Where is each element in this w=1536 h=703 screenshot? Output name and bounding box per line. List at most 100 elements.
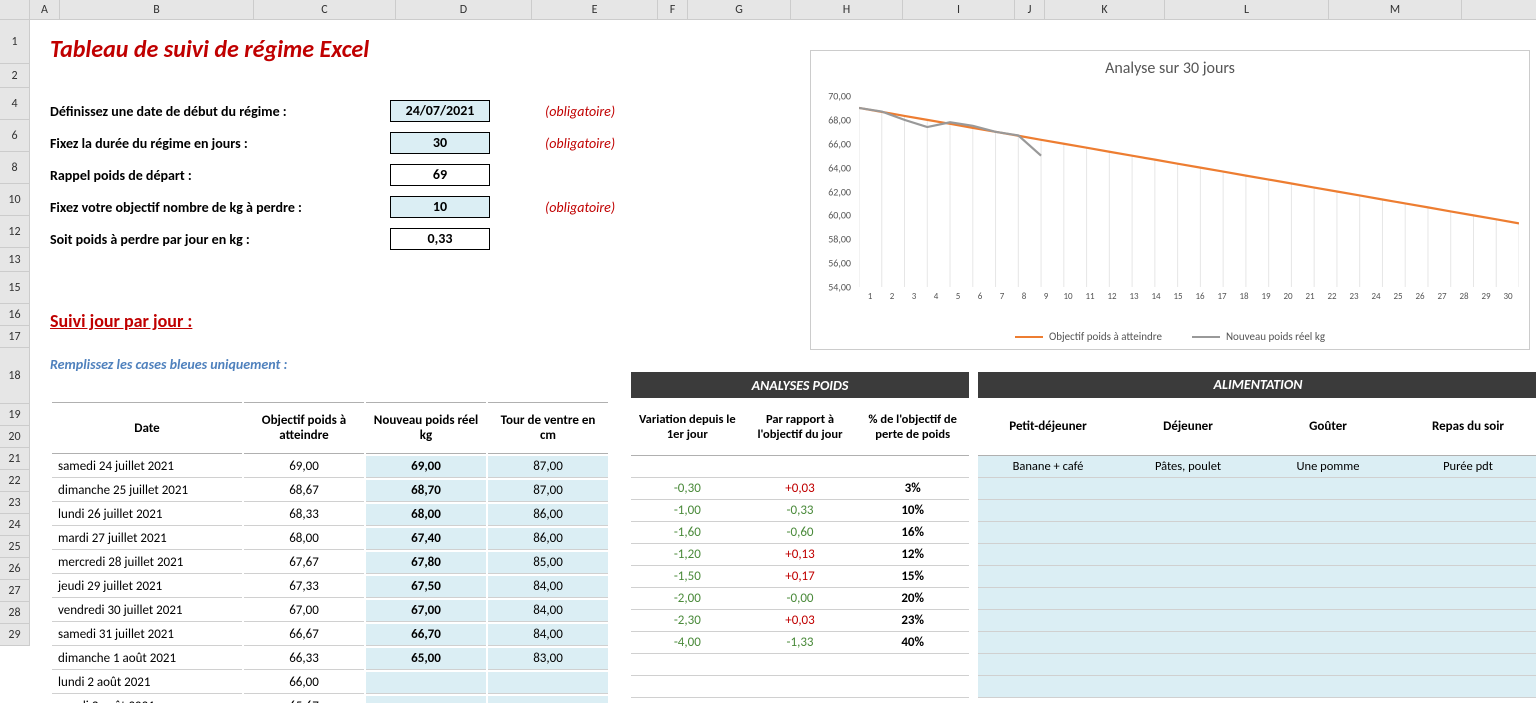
cell-obj[interactable]: 69,00: [244, 456, 364, 478]
ali-dj[interactable]: [1118, 676, 1258, 697]
cell-obj[interactable]: 66,00: [244, 672, 364, 694]
ali-go[interactable]: Une pomme: [1258, 456, 1398, 477]
cell-obj[interactable]: 66,67: [244, 624, 364, 646]
cell-tour[interactable]: 86,00: [488, 528, 608, 550]
ali-dj[interactable]: [1118, 654, 1258, 675]
cell-tour[interactable]: 84,00: [488, 576, 608, 598]
cell-date[interactable]: lundi 26 juillet 2021: [52, 504, 242, 526]
cell-new[interactable]: 67,50: [366, 576, 486, 598]
table-row[interactable]: dimanche 25 juillet 202168,6768,7087,00: [52, 480, 608, 502]
cell-new[interactable]: 67,80: [366, 552, 486, 574]
table-row[interactable]: vendredi 30 juillet 202167,0067,0084,00: [52, 600, 608, 622]
cell-obj[interactable]: 67,33: [244, 576, 364, 598]
spreadsheet[interactable]: ABCDEFGHIJKLMN 1246810121315161718192021…: [0, 0, 1536, 703]
param-start-input[interactable]: 24/07/2021: [390, 100, 490, 122]
ali-rs[interactable]: [1398, 588, 1536, 609]
cell-new[interactable]: 67,00: [366, 600, 486, 622]
cell-tour[interactable]: 83,00: [488, 648, 608, 670]
cell-obj[interactable]: 68,00: [244, 528, 364, 550]
ali-rs[interactable]: [1398, 632, 1536, 653]
cell-tour[interactable]: 87,00: [488, 480, 608, 502]
ali-dj[interactable]: [1118, 478, 1258, 499]
table-row[interactable]: samedi 31 juillet 202166,6766,7084,00: [52, 624, 608, 646]
table-row[interactable]: jeudi 29 juillet 202167,3367,5084,00: [52, 576, 608, 598]
cell-new[interactable]: [366, 696, 486, 703]
param-dur-input[interactable]: 30: [390, 132, 490, 154]
cell-obj[interactable]: 67,00: [244, 600, 364, 622]
cell-tour[interactable]: [488, 696, 608, 703]
ali-dj[interactable]: [1118, 500, 1258, 521]
param-obj-input[interactable]: 10: [390, 196, 490, 218]
ali-pd[interactable]: Banane + café: [978, 456, 1118, 477]
ali-go[interactable]: [1258, 676, 1398, 697]
cell-obj[interactable]: 68,33: [244, 504, 364, 526]
cell-new[interactable]: 67,40: [366, 528, 486, 550]
cell-tour[interactable]: [488, 672, 608, 694]
cell-date[interactable]: mardi 27 juillet 2021: [52, 528, 242, 550]
cell-date[interactable]: jeudi 29 juillet 2021: [52, 576, 242, 598]
cell-date[interactable]: samedi 31 juillet 2021: [52, 624, 242, 646]
ali-go[interactable]: [1258, 566, 1398, 587]
cell-new[interactable]: 65,00: [366, 648, 486, 670]
ali-pd[interactable]: [978, 654, 1118, 675]
table-row[interactable]: dimanche 1 août 202166,3365,0083,00: [52, 648, 608, 670]
ali-go[interactable]: [1258, 610, 1398, 631]
table-row[interactable]: lundi 2 août 202166,00: [52, 672, 608, 694]
ali-rs[interactable]: [1398, 500, 1536, 521]
cell-tour[interactable]: 85,00: [488, 552, 608, 574]
ali-pd[interactable]: [978, 544, 1118, 565]
cell-date[interactable]: lundi 2 août 2021: [52, 672, 242, 694]
cell-new[interactable]: 69,00: [366, 456, 486, 478]
ali-row[interactable]: [978, 676, 1536, 698]
cell-tour[interactable]: 84,00: [488, 600, 608, 622]
cell-new[interactable]: 68,70: [366, 480, 486, 502]
ali-pd[interactable]: [978, 566, 1118, 587]
ali-rs[interactable]: [1398, 566, 1536, 587]
ali-dj[interactable]: [1118, 566, 1258, 587]
table-row[interactable]: mardi 3 août 202165,67: [52, 696, 608, 703]
ali-pd[interactable]: [978, 632, 1118, 653]
ali-pd[interactable]: [978, 610, 1118, 631]
ali-row[interactable]: [978, 500, 1536, 522]
ali-dj[interactable]: [1118, 544, 1258, 565]
ali-dj[interactable]: [1118, 588, 1258, 609]
cell-date[interactable]: dimanche 1 août 2021: [52, 648, 242, 670]
ali-row[interactable]: [978, 522, 1536, 544]
column-headers[interactable]: ABCDEFGHIJKLMN: [0, 0, 1536, 20]
ali-row[interactable]: [978, 544, 1536, 566]
ali-row[interactable]: [978, 610, 1536, 632]
ali-rs[interactable]: [1398, 610, 1536, 631]
ali-pd[interactable]: [978, 588, 1118, 609]
ali-go[interactable]: [1258, 588, 1398, 609]
cell-obj[interactable]: 67,67: [244, 552, 364, 574]
cell-tour[interactable]: 87,00: [488, 456, 608, 478]
cell-new[interactable]: [366, 672, 486, 694]
cell-obj[interactable]: 66,33: [244, 648, 364, 670]
ali-go[interactable]: [1258, 632, 1398, 653]
ali-rs[interactable]: [1398, 522, 1536, 543]
chart-area[interactable]: Analyse sur 30 jours 54,0056,0058,0060,0…: [810, 50, 1530, 350]
ali-pd[interactable]: [978, 478, 1118, 499]
cell-new[interactable]: 66,70: [366, 624, 486, 646]
ali-row[interactable]: [978, 566, 1536, 588]
ali-go[interactable]: [1258, 500, 1398, 521]
ali-row[interactable]: [978, 478, 1536, 500]
cell-date[interactable]: vendredi 30 juillet 2021: [52, 600, 242, 622]
ali-row[interactable]: [978, 588, 1536, 610]
ali-rs[interactable]: [1398, 544, 1536, 565]
ali-row[interactable]: [978, 654, 1536, 676]
cell-new[interactable]: 68,00: [366, 504, 486, 526]
ali-dj[interactable]: [1118, 610, 1258, 631]
ali-rs[interactable]: [1398, 676, 1536, 697]
cell-date[interactable]: dimanche 25 juillet 2021: [52, 480, 242, 502]
ali-rs[interactable]: Purée pdt: [1398, 456, 1536, 477]
ali-dj[interactable]: Pâtes, poulet: [1118, 456, 1258, 477]
ali-dj[interactable]: [1118, 632, 1258, 653]
table-row[interactable]: mercredi 28 juillet 202167,6767,8085,00: [52, 552, 608, 574]
ali-go[interactable]: [1258, 654, 1398, 675]
cell-date[interactable]: samedi 24 juillet 2021: [52, 456, 242, 478]
cell-tour[interactable]: 86,00: [488, 504, 608, 526]
ali-row[interactable]: Banane + caféPâtes, pouletUne pommePurée…: [978, 456, 1536, 478]
ali-dj[interactable]: [1118, 522, 1258, 543]
table-row[interactable]: samedi 24 juillet 202169,0069,0087,00: [52, 456, 608, 478]
